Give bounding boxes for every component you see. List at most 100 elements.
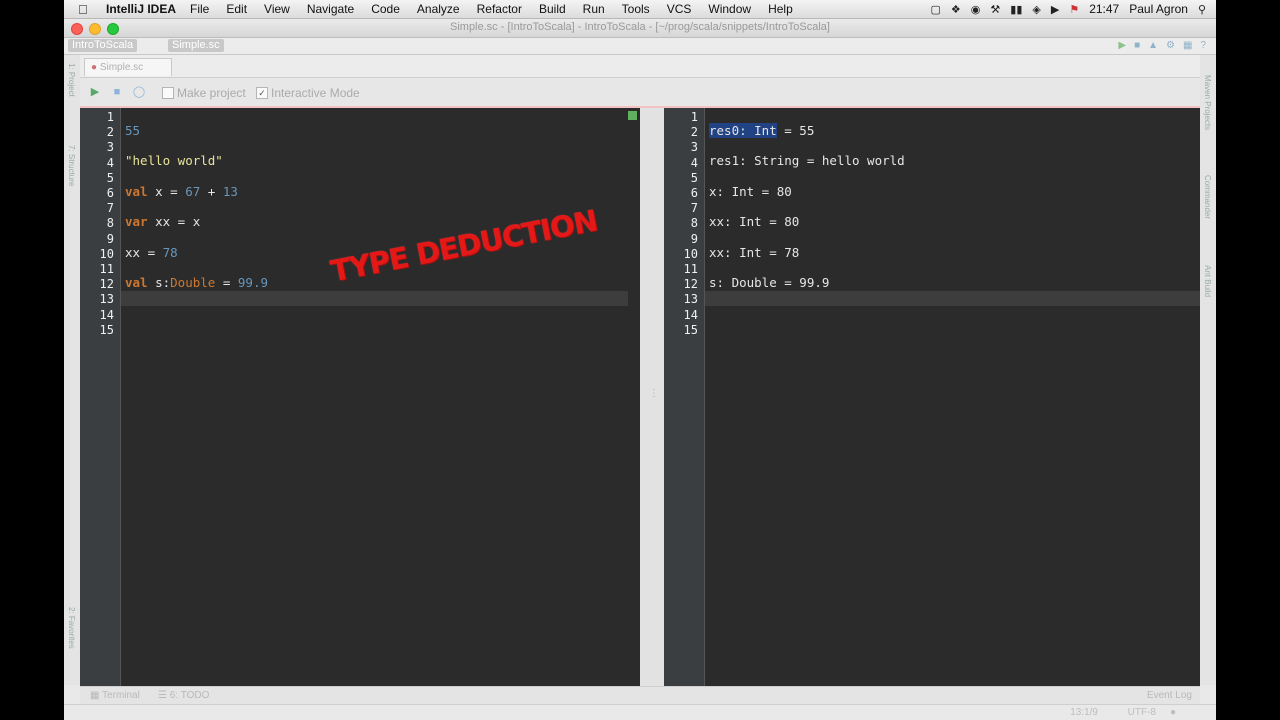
menu-build[interactable]: Build [539,2,566,16]
flag-icon[interactable]: ⚑ [1069,3,1079,16]
battery-icon[interactable]: ▮▮ [1010,3,1022,16]
line-number[interactable]: 15 [84,323,114,337]
line-number[interactable]: 6 [668,186,698,200]
line-number[interactable]: 15 [668,323,698,337]
spotlight-search-icon[interactable]: ⚲ [1198,3,1206,16]
line-number[interactable]: 5 [84,171,114,185]
line-number[interactable]: 4 [668,156,698,170]
wrench-icon[interactable]: ⚒ [990,3,1000,16]
square-icon[interactable]: ▢ [931,3,941,16]
line-number[interactable]: 2 [84,125,114,139]
menu-code[interactable]: Code [371,2,400,16]
apple-icon[interactable]:  [78,2,92,17]
editor-tab-row: ● Simple.sc [80,55,1200,78]
line-number[interactable]: 9 [668,232,698,246]
menu-refactor[interactable]: Refactor [477,2,522,16]
app-menu[interactable]: IntelliJ IDEA [106,2,176,16]
line-number[interactable]: 13 [84,292,114,306]
line-number[interactable]: 7 [668,201,698,215]
line-number[interactable]: 11 [84,262,114,276]
line-number[interactable]: 3 [84,140,114,154]
line-number[interactable]: 2 [668,125,698,139]
settings-icon[interactable]: ⚙ [1166,40,1175,51]
output-value: = 55 [776,123,815,138]
line-number[interactable]: 1 [84,110,114,124]
menu-run[interactable]: Run [583,2,605,16]
line-number[interactable]: 8 [668,216,698,230]
caret-position[interactable]: 13:1/9 [1070,707,1098,718]
splitter-grip-icon[interactable]: ⋮ [649,388,659,402]
menu-window[interactable]: Window [708,2,751,16]
menu-file[interactable]: File [190,2,209,16]
commander-tool-button[interactable]: Commander [1203,175,1212,219]
clock[interactable]: 21:47 [1089,2,1119,16]
line-number[interactable]: 12 [84,277,114,291]
line-number[interactable]: 14 [84,308,114,322]
file-encoding[interactable]: UTF-8 [1128,707,1156,718]
code-line-8[interactable]: var xx = x [125,214,200,229]
line-number[interactable]: 1 [668,110,698,124]
menu-analyze[interactable]: Analyze [417,2,460,16]
code-line-6[interactable]: val x = 67 + 13 [125,184,238,199]
source-editor[interactable]: 1 2 3 4 5 6 7 8 9 10 11 12 13 14 15 55 "hello world" v… [80,108,640,686]
line-number[interactable]: 6 [84,186,114,200]
line-number[interactable]: 13 [668,292,698,306]
maven-tool-button[interactable]: Maven Projects [1203,75,1212,130]
run-config-icon[interactable]: ▶ [1118,40,1126,51]
worksheet-output[interactable]: 1 2 3 4 5 6 7 8 9 10 11 12 13 14 15 res0: Int = 55 res… [664,108,1200,686]
interactive-mode-checkbox[interactable]: ✓ [256,87,268,99]
menu-navigate[interactable]: Navigate [307,2,354,16]
line-number[interactable]: 10 [668,247,698,261]
lock-icon[interactable]: ● [1170,707,1176,718]
line-number[interactable]: 11 [668,262,698,276]
line-number[interactable]: 14 [668,308,698,322]
favorites-tool-button[interactable]: 2: Favorites [67,607,76,649]
output-line-12[interactable]: s: Double = 99.9 [709,275,829,290]
menu-help[interactable]: Help [768,2,793,16]
line-number[interactable]: 7 [84,201,114,215]
line-number[interactable]: 9 [84,232,114,246]
run-worksheet-icon[interactable]: ▶ [88,85,102,99]
todo-tool-button[interactable]: ☰ 6: TODO [158,690,209,701]
circle-icon[interactable]: ◉ [971,3,981,16]
make-project-checkbox[interactable] [162,87,174,99]
output-line-4[interactable]: res1: String = hello world [709,153,905,168]
event-log-button[interactable]: Event Log [1147,690,1192,701]
clean-icon[interactable]: ◯ [132,85,146,99]
project-tool-button[interactable]: 1: Project [67,63,76,97]
structure-tool-button[interactable]: 7: Structure [67,145,76,186]
breadcrumb-project[interactable]: IntroToScala [68,39,138,52]
line-number[interactable]: 3 [668,140,698,154]
line-number[interactable]: 8 [84,216,114,230]
help-icon[interactable]: ? [1200,40,1206,51]
breadcrumb-file[interactable]: Simple.sc [168,39,224,52]
line-number[interactable]: 10 [84,247,114,261]
volume-icon[interactable]: ▶ [1051,3,1059,16]
user-name[interactable]: Paul Agron [1129,2,1188,16]
menu-view[interactable]: View [264,2,290,16]
terminal-tool-button[interactable]: ▦ Terminal [90,690,140,701]
code-line-10[interactable]: xx = 78 [125,245,178,260]
code-line-4[interactable]: "hello world" [125,153,223,168]
ant-tool-button[interactable]: Ant Build [1203,265,1212,297]
output-line-8[interactable]: xx: Int = 80 [709,214,799,229]
tab-simple-sc[interactable]: ● Simple.sc [84,58,172,76]
stop-icon[interactable]: ■ [110,85,124,99]
menu-tools[interactable]: Tools [622,2,650,16]
menu-edit[interactable]: Edit [226,2,247,16]
dropbox-icon[interactable]: ❖ [951,3,961,16]
make-project-label: Make project [177,86,246,100]
code-line-2[interactable]: 55 [125,123,140,138]
structure-icon[interactable]: ▦ [1183,40,1192,51]
menu-vcs[interactable]: VCS [667,2,692,16]
line-number[interactable]: 4 [84,156,114,170]
debug-icon[interactable]: ■ [1134,40,1140,51]
line-number[interactable]: 5 [668,171,698,185]
line-number[interactable]: 12 [668,277,698,291]
output-line-10[interactable]: xx: Int = 78 [709,245,799,260]
output-line-6[interactable]: x: Int = 80 [709,184,792,199]
output-line-2[interactable]: res0: Int = 55 [709,123,814,138]
code-line-12[interactable]: val s:Double = 99.9 [125,275,268,290]
make-icon[interactable]: ▲ [1148,40,1158,51]
wifi-icon[interactable]: ◈ [1032,3,1040,16]
